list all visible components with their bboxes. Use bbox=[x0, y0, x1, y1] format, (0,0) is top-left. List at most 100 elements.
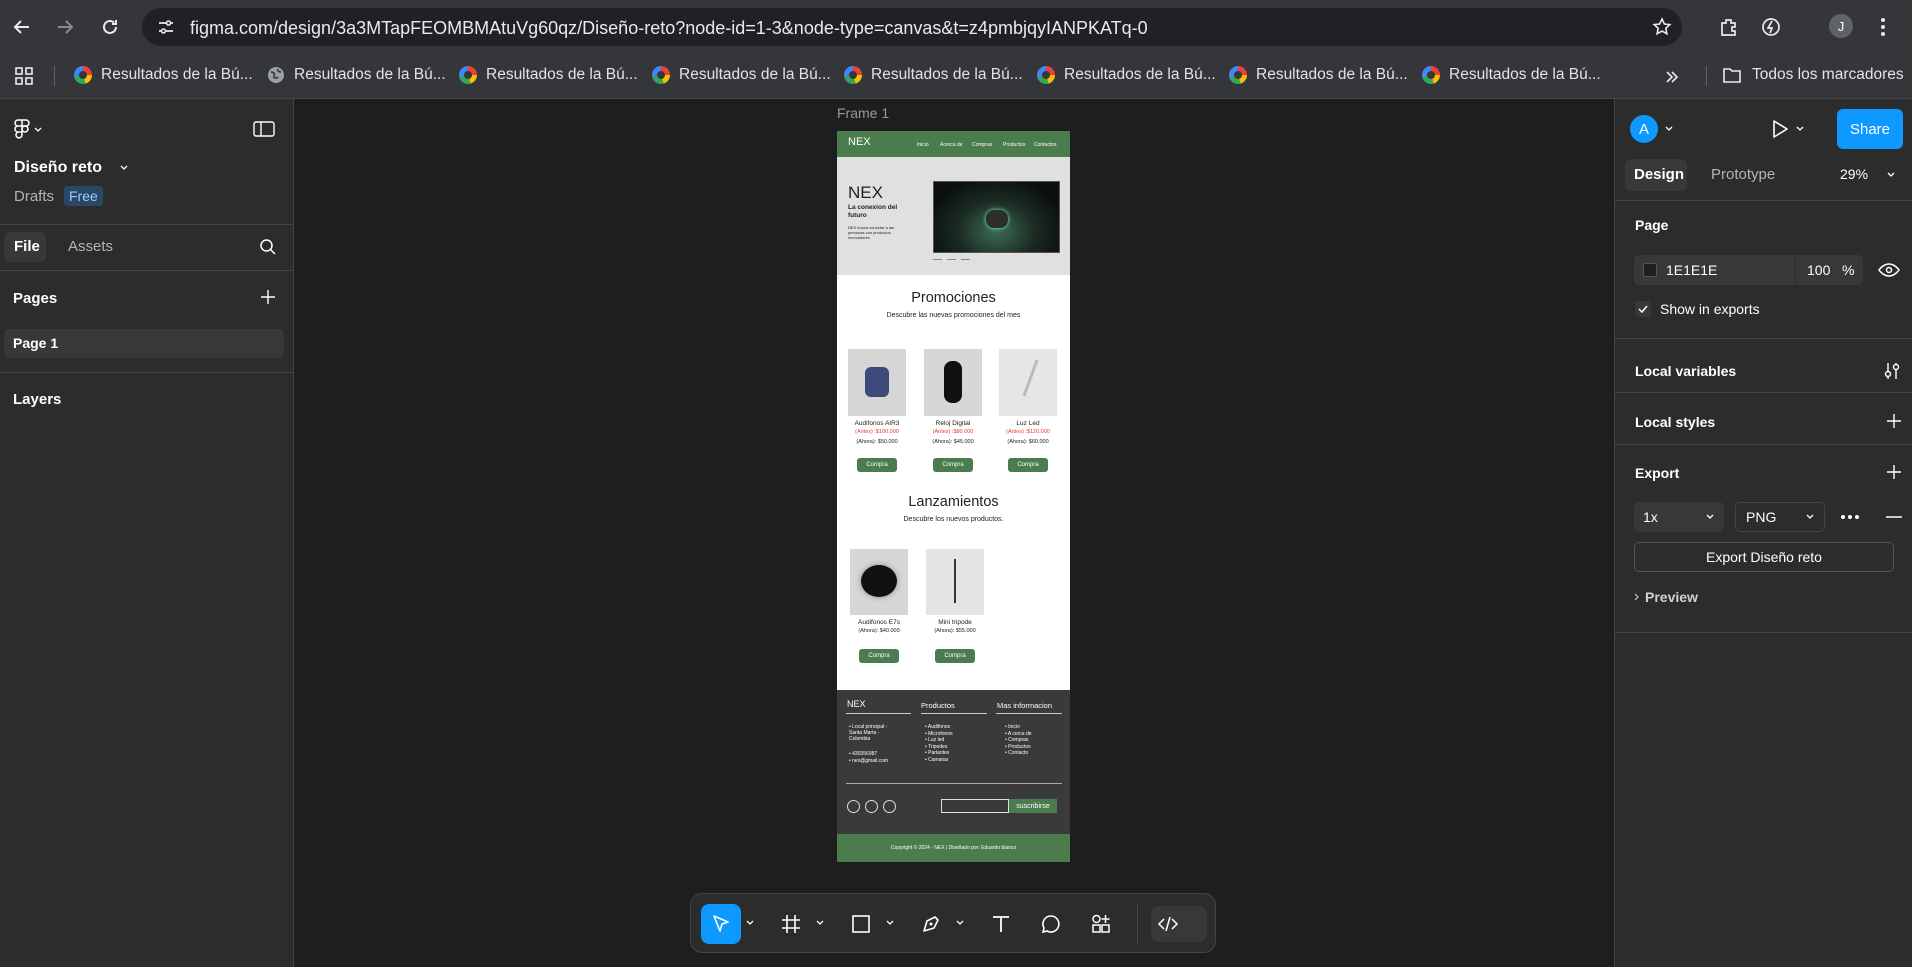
buy-button[interactable]: Compra bbox=[857, 458, 897, 472]
menu-dots-icon[interactable] bbox=[1880, 17, 1886, 37]
all-bookmarks-button[interactable]: Todos los marcadores bbox=[1722, 66, 1904, 84]
frame-tool[interactable] bbox=[771, 904, 811, 944]
bookmark-item[interactable]: Resultados de la Bú... bbox=[652, 66, 831, 84]
subscribe-button[interactable]: suscribirse bbox=[1009, 799, 1057, 813]
bookmark-item[interactable]: Resultados de la Bú... bbox=[1229, 66, 1408, 84]
chevron-down-icon bbox=[1706, 514, 1714, 519]
social-circle-icon[interactable] bbox=[865, 800, 878, 813]
address-bar[interactable]: figma.com/design/3a3MTapFEOMBMAtuVg60qz/… bbox=[142, 8, 1682, 46]
product-price-now: (Ahora): $40.000 bbox=[858, 628, 900, 634]
export-button[interactable]: Export Diseño reto bbox=[1634, 542, 1894, 572]
show-in-exports-label: Show in exports bbox=[1660, 301, 1760, 317]
carousel-dot[interactable] bbox=[947, 259, 956, 260]
buy-button[interactable]: Compra bbox=[935, 649, 975, 663]
chevron-double-right-icon[interactable] bbox=[1664, 69, 1680, 85]
eye-icon[interactable] bbox=[1878, 262, 1900, 278]
footer-item-text: 430356987 bbox=[852, 751, 878, 757]
dev-mode-toggle[interactable] bbox=[1151, 906, 1207, 942]
buy-button[interactable]: Compra bbox=[933, 458, 973, 472]
social-circle-icon[interactable] bbox=[847, 800, 860, 813]
user-avatar[interactable]: A bbox=[1630, 115, 1658, 143]
bookmark-item[interactable]: Resultados de la Bú... bbox=[844, 66, 1023, 84]
reload-button[interactable] bbox=[96, 13, 124, 41]
google-icon bbox=[652, 66, 670, 84]
tab-file-label: File bbox=[14, 238, 40, 255]
design-brand: NEX bbox=[848, 136, 871, 148]
buy-button[interactable]: Compra bbox=[859, 649, 899, 663]
divider bbox=[1615, 632, 1912, 633]
add-page-icon[interactable] bbox=[261, 290, 275, 304]
product-image-luz bbox=[999, 349, 1057, 416]
page-color-hex[interactable]: 1E1E1E bbox=[1666, 262, 1717, 278]
rectangle-tool[interactable] bbox=[841, 904, 881, 944]
extensions-icon[interactable] bbox=[1718, 16, 1740, 38]
globe-icon bbox=[268, 67, 284, 83]
tab-prototype[interactable]: Prototype bbox=[1711, 166, 1775, 183]
product-image-audifonos bbox=[848, 349, 906, 416]
buy-button[interactable]: Compra bbox=[1008, 458, 1048, 472]
more-options-icon[interactable] bbox=[1840, 514, 1860, 520]
newsletter-email-input[interactable] bbox=[941, 799, 1009, 813]
apps-grid-icon[interactable] bbox=[14, 66, 34, 86]
google-icon bbox=[459, 66, 477, 84]
file-name[interactable]: Diseño reto bbox=[14, 159, 102, 177]
actions-tool[interactable] bbox=[1081, 904, 1121, 944]
add-style-icon[interactable] bbox=[1887, 414, 1901, 428]
preview-toggle[interactable]: Preview bbox=[1645, 589, 1698, 605]
bookmark-item[interactable]: Resultados de la Bú... bbox=[74, 66, 253, 84]
footer-item-text: Microfonos bbox=[928, 730, 953, 737]
chevron-down-icon[interactable] bbox=[120, 165, 128, 171]
footer-list: • Audifonos • Microfonos • Luz led • Tri… bbox=[925, 724, 953, 764]
move-tool[interactable] bbox=[701, 904, 741, 944]
sidebar-toggle-icon[interactable] bbox=[253, 121, 275, 137]
product-shape bbox=[865, 367, 889, 397]
play-icon[interactable] bbox=[1771, 119, 1789, 139]
product-name: Audifonos E7s bbox=[858, 619, 900, 626]
footer-item: • Inicio bbox=[1005, 724, 1020, 730]
bookmark-item[interactable]: Resultados de la Bú... bbox=[1037, 66, 1216, 84]
chevron-down-icon[interactable] bbox=[1665, 126, 1673, 132]
back-button[interactable] bbox=[8, 13, 36, 41]
carousel-dot[interactable] bbox=[933, 259, 942, 260]
chevron-down-icon[interactable] bbox=[1887, 172, 1895, 178]
product-image-tripode bbox=[926, 549, 984, 615]
tab-assets[interactable]: Assets bbox=[68, 238, 113, 255]
pen-tool[interactable] bbox=[911, 904, 951, 944]
chevron-down-icon[interactable] bbox=[956, 920, 964, 926]
remove-export-icon[interactable] bbox=[1886, 516, 1902, 518]
social-circle-icon[interactable] bbox=[883, 800, 896, 813]
zoom-level[interactable]: 29% bbox=[1840, 166, 1868, 182]
carousel-dot[interactable] bbox=[961, 259, 970, 260]
profile-avatar[interactable]: J bbox=[1829, 14, 1853, 38]
bookmark-item[interactable]: Resultados de la Bú... bbox=[1422, 66, 1601, 84]
frame-label[interactable]: Frame 1 bbox=[837, 105, 889, 121]
add-export-icon[interactable] bbox=[1887, 465, 1901, 479]
reload-icon bbox=[103, 19, 117, 34]
color-swatch[interactable] bbox=[1643, 263, 1657, 277]
footer-item: • Luz led bbox=[925, 737, 945, 744]
share-button[interactable]: Share bbox=[1837, 109, 1903, 149]
chevron-right-icon[interactable] bbox=[1634, 593, 1640, 601]
page-color-opacity[interactable]: 100 bbox=[1807, 262, 1830, 278]
design-frame[interactable]: NEX Inicio Acerca de Compras Productos C… bbox=[837, 131, 1070, 862]
chevron-down-icon[interactable] bbox=[1796, 126, 1804, 132]
main-menu-button[interactable] bbox=[14, 119, 42, 141]
figma-logo-icon bbox=[14, 119, 30, 139]
show-in-exports-checkbox[interactable] bbox=[1635, 301, 1651, 317]
chevron-down-icon[interactable] bbox=[746, 920, 754, 926]
text-tool[interactable] bbox=[981, 904, 1021, 944]
chevron-down-icon[interactable] bbox=[886, 920, 894, 926]
variables-sliders-icon[interactable] bbox=[1884, 361, 1900, 381]
forward-button[interactable] bbox=[51, 13, 79, 41]
performance-icon[interactable] bbox=[1760, 16, 1782, 38]
chevron-down-icon[interactable] bbox=[816, 920, 824, 926]
toolbar-divider bbox=[1137, 904, 1138, 944]
search-icon[interactable] bbox=[259, 238, 277, 256]
bookmark-label: Resultados de la Bú... bbox=[294, 66, 446, 83]
bookmark-item[interactable]: Resultados de la Bú... bbox=[267, 66, 446, 84]
comment-tool[interactable] bbox=[1031, 904, 1071, 944]
bookmark-item[interactable]: Resultados de la Bú... bbox=[459, 66, 638, 84]
star-icon[interactable] bbox=[1652, 17, 1672, 37]
percent-sign: % bbox=[1842, 262, 1855, 278]
file-location[interactable]: Drafts bbox=[14, 188, 54, 205]
